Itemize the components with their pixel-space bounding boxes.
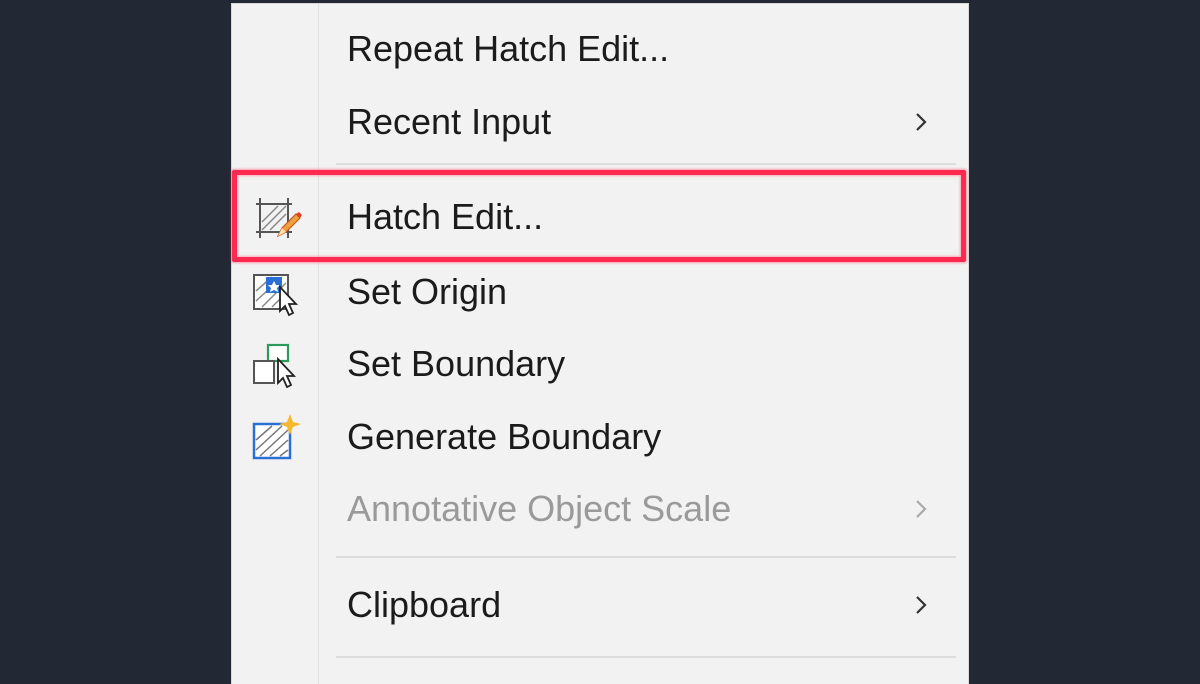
menu-item-set-boundary[interactable]: Set Boundary [232, 329, 968, 399]
menu-item-annotative-object-scale[interactable]: Annotative Object Scale [232, 474, 968, 544]
generate-boundary-icon [248, 412, 304, 462]
menu-item-label: Set Boundary [347, 343, 566, 384]
menu-item-label: Set Origin [347, 271, 508, 312]
chevron-right-icon [906, 474, 936, 544]
hatch-edit-icon [248, 192, 304, 242]
menu-item-hatch-edit[interactable]: Hatch Edit... [232, 182, 968, 252]
menu-item-label: Recent Input [347, 101, 552, 142]
menu-item-generate-boundary[interactable]: Generate Boundary [232, 402, 968, 472]
menu-item-label: Annotative Object Scale [347, 488, 732, 529]
menu-item-label: Hatch Edit... [347, 196, 544, 237]
menu-item-label: Clipboard [347, 584, 502, 625]
chevron-right-icon [906, 570, 936, 640]
chevron-right-icon [906, 87, 936, 157]
set-origin-icon [248, 267, 304, 317]
menu-item-label: Repeat Hatch Edit... [347, 28, 670, 69]
menu-separator [336, 556, 956, 558]
menu-item-set-origin[interactable]: Set Origin [232, 257, 968, 327]
menu-item-recent-input[interactable]: Recent Input [232, 87, 968, 157]
menu-item-label: Generate Boundary [347, 416, 662, 457]
menu-separator [336, 656, 956, 658]
set-boundary-icon [248, 339, 304, 389]
menu-separator [336, 163, 956, 165]
menu-item-repeat-hatch-edit[interactable]: Repeat Hatch Edit... [232, 14, 968, 84]
context-menu: Repeat Hatch Edit... Recent Input Hatch … [232, 4, 968, 684]
menu-item-clipboard[interactable]: Clipboard [232, 570, 968, 640]
